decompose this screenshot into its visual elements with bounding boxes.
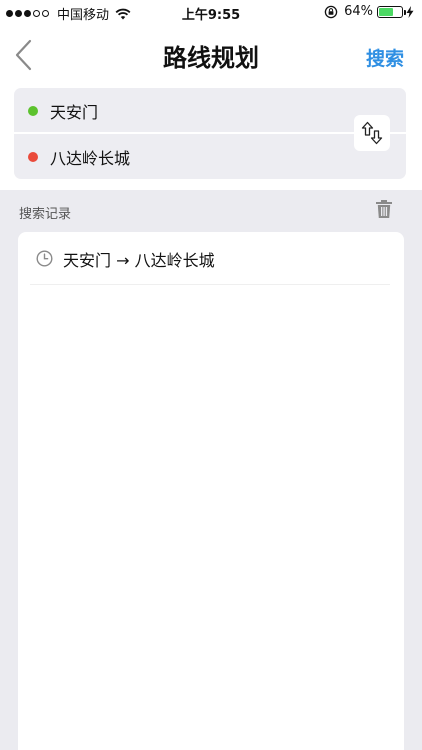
status-bar: 中国移动 上午9:55 64% xyxy=(0,0,422,24)
battery-fill xyxy=(379,7,394,16)
history-item-divider xyxy=(30,284,390,285)
end-location-text: 八达岭长城 xyxy=(50,148,131,168)
start-location-field[interactable]: 天安门 xyxy=(14,88,406,133)
history-item-text: 天安门 → 八达岭长城 xyxy=(63,250,215,270)
swap-locations-button[interactable] xyxy=(354,115,390,151)
battery-percent: 64% xyxy=(344,4,373,19)
status-right: 64% xyxy=(324,4,414,19)
swap-vertical-icon xyxy=(361,121,383,145)
history-list: 天安门 → 八达岭长城 xyxy=(18,232,404,750)
history-section-label: 搜索记录 xyxy=(19,207,72,222)
start-point-icon xyxy=(28,105,38,116)
search-button[interactable]: 搜索 xyxy=(366,44,404,71)
start-location-text: 天安门 xyxy=(50,102,99,122)
clear-history-button[interactable] xyxy=(375,199,393,219)
history-item[interactable]: 天安门 → 八达岭长城 xyxy=(18,232,404,285)
trash-icon xyxy=(376,200,392,218)
end-location-field[interactable]: 八达岭长城 xyxy=(14,134,406,179)
orientation-lock-icon xyxy=(324,5,338,18)
page-title: 路线规划 xyxy=(163,44,259,72)
navigation-bar: 路线规划 搜索 xyxy=(0,24,422,84)
route-panel: 天安门 八达岭长城 xyxy=(14,88,406,179)
end-point-icon xyxy=(28,151,38,162)
battery-tip xyxy=(404,9,406,15)
charging-bolt-icon xyxy=(406,5,414,18)
battery-icon xyxy=(377,5,406,18)
clock-icon xyxy=(36,250,53,267)
